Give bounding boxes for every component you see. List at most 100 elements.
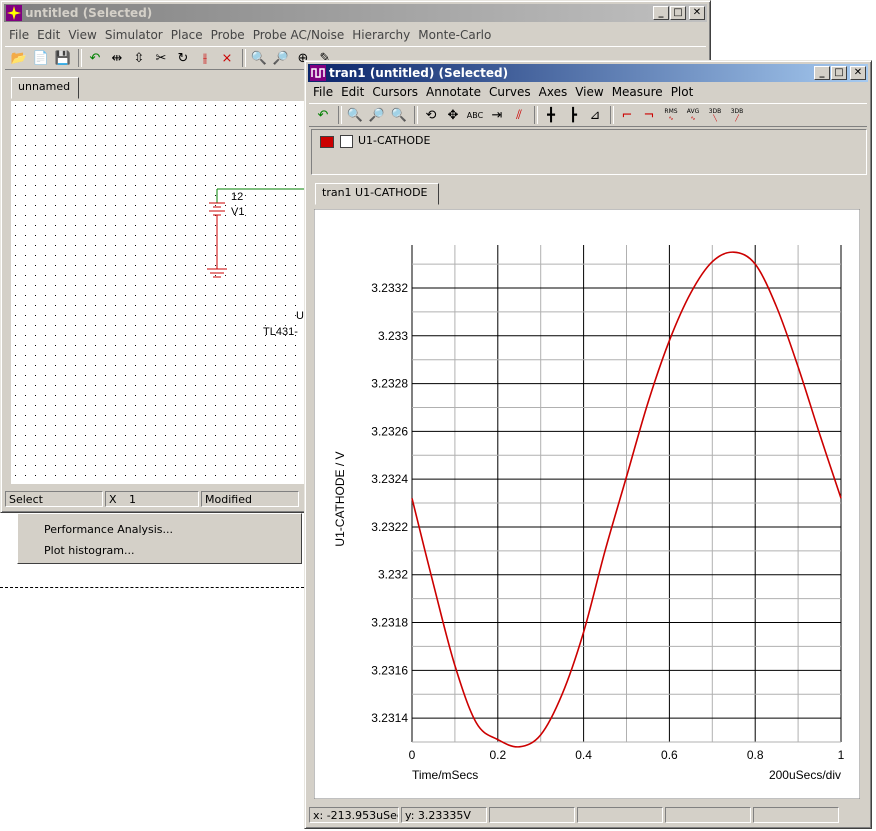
graph-window[interactable]: tran1 (untitled) (Selected) _ □ ✕ File E… [304, 60, 872, 829]
open-icon[interactable]: 📂 [9, 48, 29, 68]
zoom-out-icon[interactable]: 🔎 [271, 48, 291, 68]
fit-icon[interactable]: ⟲ [421, 105, 441, 125]
wire-icon[interactable]: ⫲ [195, 48, 215, 68]
menu-place[interactable]: Place [167, 28, 207, 42]
graph-tab[interactable]: tran1 U1-CATHODE [315, 183, 439, 205]
minimize-button[interactable]: _ [653, 6, 669, 20]
rise-time-icon[interactable]: ⌐ [617, 105, 637, 125]
schematic-title-bar[interactable]: untitled (Selected) _ □ ✕ [4, 4, 707, 22]
close-button[interactable]: ✕ [689, 6, 705, 20]
x-tick-label: 0 [409, 748, 416, 762]
flip-horizontal-icon[interactable]: ⇹ [107, 48, 127, 68]
legend-curve-label: U1-CATHODE [358, 134, 431, 147]
menu-probe-ac-noise[interactable]: Probe AC/Noise [249, 28, 349, 42]
zoom-in-icon[interactable]: 🔎 [367, 105, 387, 125]
save-icon[interactable]: 💾 [53, 48, 73, 68]
menu-file[interactable]: File [309, 85, 337, 99]
schematic-canvas[interactable]: 12 V1 U TL431- [11, 101, 307, 484]
curve-select-checkbox[interactable] [340, 135, 353, 148]
annotate-text-icon[interactable]: ABC [465, 105, 485, 125]
rms-icon[interactable]: RMS ∿ [661, 105, 681, 125]
menu-plot[interactable]: Plot [667, 85, 698, 99]
3db-label-2: 3DB [730, 108, 744, 115]
new-icon[interactable]: 📄 [31, 48, 51, 68]
x-tick-label: 0.2 [489, 748, 506, 762]
pan-icon[interactable]: ✥ [443, 105, 463, 125]
legend-panel: U1-CATHODE [311, 129, 867, 175]
zoom-icon[interactable]: 🔍 [345, 105, 365, 125]
marker-icon[interactable]: ⇥ [487, 105, 507, 125]
menu-annotate[interactable]: Annotate [422, 85, 485, 99]
waveform-app-icon [310, 65, 326, 81]
menu-probe[interactable]: Probe [207, 28, 249, 42]
y-axis-label: U1-CATHODE / V [333, 451, 347, 546]
axis-scale-icon[interactable]: ⊿ [585, 105, 605, 125]
menu-curves[interactable]: Curves [485, 85, 535, 99]
bandwidth-3db-icon[interactable]: 3DB ╲ [705, 105, 725, 125]
delete-wire-icon[interactable]: ⨯ [217, 48, 237, 68]
toolbar-separator [338, 106, 342, 124]
y-tick-label: 3.2318 [371, 616, 408, 630]
graph-window-title: tran1 (untitled) (Selected) [329, 66, 509, 80]
toolbar-separator [414, 106, 418, 124]
y-tick-label: 3.232 [378, 568, 408, 582]
average-icon[interactable]: AVG ∿ [683, 105, 703, 125]
rotate-icon[interactable]: ↻ [173, 48, 193, 68]
x-tick-label: 1 [838, 748, 845, 762]
menu-view[interactable]: View [64, 28, 100, 42]
x-axis-label: Time/mSecs [412, 768, 478, 782]
status-cursor-y: y: 3.23335V [401, 807, 487, 823]
graph-toolbar: ↶ 🔍 🔎 🔍 ⟲ ✥ ABC ⇥ ⫽ ╋ ┣ ⊿ ⌐ ¬ RMS ∿ AVG ∿ … [309, 103, 867, 127]
status-modified: Modified [201, 491, 299, 507]
menu-axes[interactable]: Axes [535, 85, 572, 99]
menu-simulator[interactable]: Simulator [101, 28, 167, 42]
fall-time-icon[interactable]: ¬ [639, 105, 659, 125]
menu-monte-carlo[interactable]: Monte-Carlo [414, 28, 495, 42]
sparkle-app-icon [6, 5, 22, 21]
menu-hierarchy[interactable]: Hierarchy [348, 28, 414, 42]
zoom-in-icon[interactable]: 🔍 [249, 48, 269, 68]
minimize-button[interactable]: _ [814, 66, 830, 80]
menu-edit[interactable]: Edit [33, 28, 64, 42]
flip-vertical-icon[interactable]: ⇳ [129, 48, 149, 68]
close-button[interactable]: ✕ [850, 66, 866, 80]
schematic-tab-unnamed[interactable]: unnamed [11, 77, 79, 99]
status-cell-3 [489, 807, 575, 823]
y-tick-label: 3.2328 [371, 377, 408, 391]
undo-icon[interactable]: ↶ [313, 105, 333, 125]
status-cell-4 [577, 807, 663, 823]
x-tick-label: 0.8 [747, 748, 764, 762]
graph-title-bar[interactable]: tran1 (untitled) (Selected) _ □ ✕ [308, 64, 868, 82]
menu-item-performance-analysis[interactable]: Performance Analysis... [44, 523, 173, 536]
rms-label: RMS [664, 108, 678, 115]
zoom-out-icon[interactable]: 🔍 [389, 105, 409, 125]
menu-measure[interactable]: Measure [608, 85, 667, 99]
cut-icon[interactable]: ✂ [151, 48, 171, 68]
waveform-plot[interactable]: 3.2314 3.2316 3.2318 3.232 3.2322 3.2324 3.232… [314, 209, 860, 799]
y-tick-label: 3.2326 [371, 424, 408, 438]
y-tick-label: 3.2316 [371, 663, 408, 677]
curve-color-swatch[interactable] [320, 136, 334, 148]
undo-icon[interactable]: ↶ [85, 48, 105, 68]
y-tick-label: 3.2314 [371, 711, 408, 725]
menu-item-plot-histogram[interactable]: Plot histogram... [44, 544, 134, 557]
y-tick-label: 3.2332 [371, 281, 408, 295]
x-tick-label: 0.6 [661, 748, 678, 762]
menu-file[interactable]: File [5, 28, 33, 42]
status-mode: Select [5, 491, 103, 507]
highpass-3db-icon[interactable]: 3DB ╱ [727, 105, 747, 125]
maximize-button[interactable]: □ [670, 6, 686, 20]
y-tick-label: 3.2324 [371, 472, 408, 486]
y-tick-label: 3.233 [378, 329, 408, 343]
source-name-label: V1 [231, 206, 244, 218]
curve-style-icon[interactable]: ⫽ [509, 105, 529, 125]
menu-cursors[interactable]: Cursors [368, 85, 422, 99]
maximize-button[interactable]: □ [831, 66, 847, 80]
status-cell-6 [753, 807, 839, 823]
menu-view[interactable]: View [571, 85, 607, 99]
context-menu: Performance Analysis... Plot histogram..… [17, 513, 302, 564]
toolbar-separator [242, 49, 246, 67]
axis-stack-icon[interactable]: ┣ [563, 105, 583, 125]
axis-grid-icon[interactable]: ╋ [541, 105, 561, 125]
menu-edit[interactable]: Edit [337, 85, 368, 99]
